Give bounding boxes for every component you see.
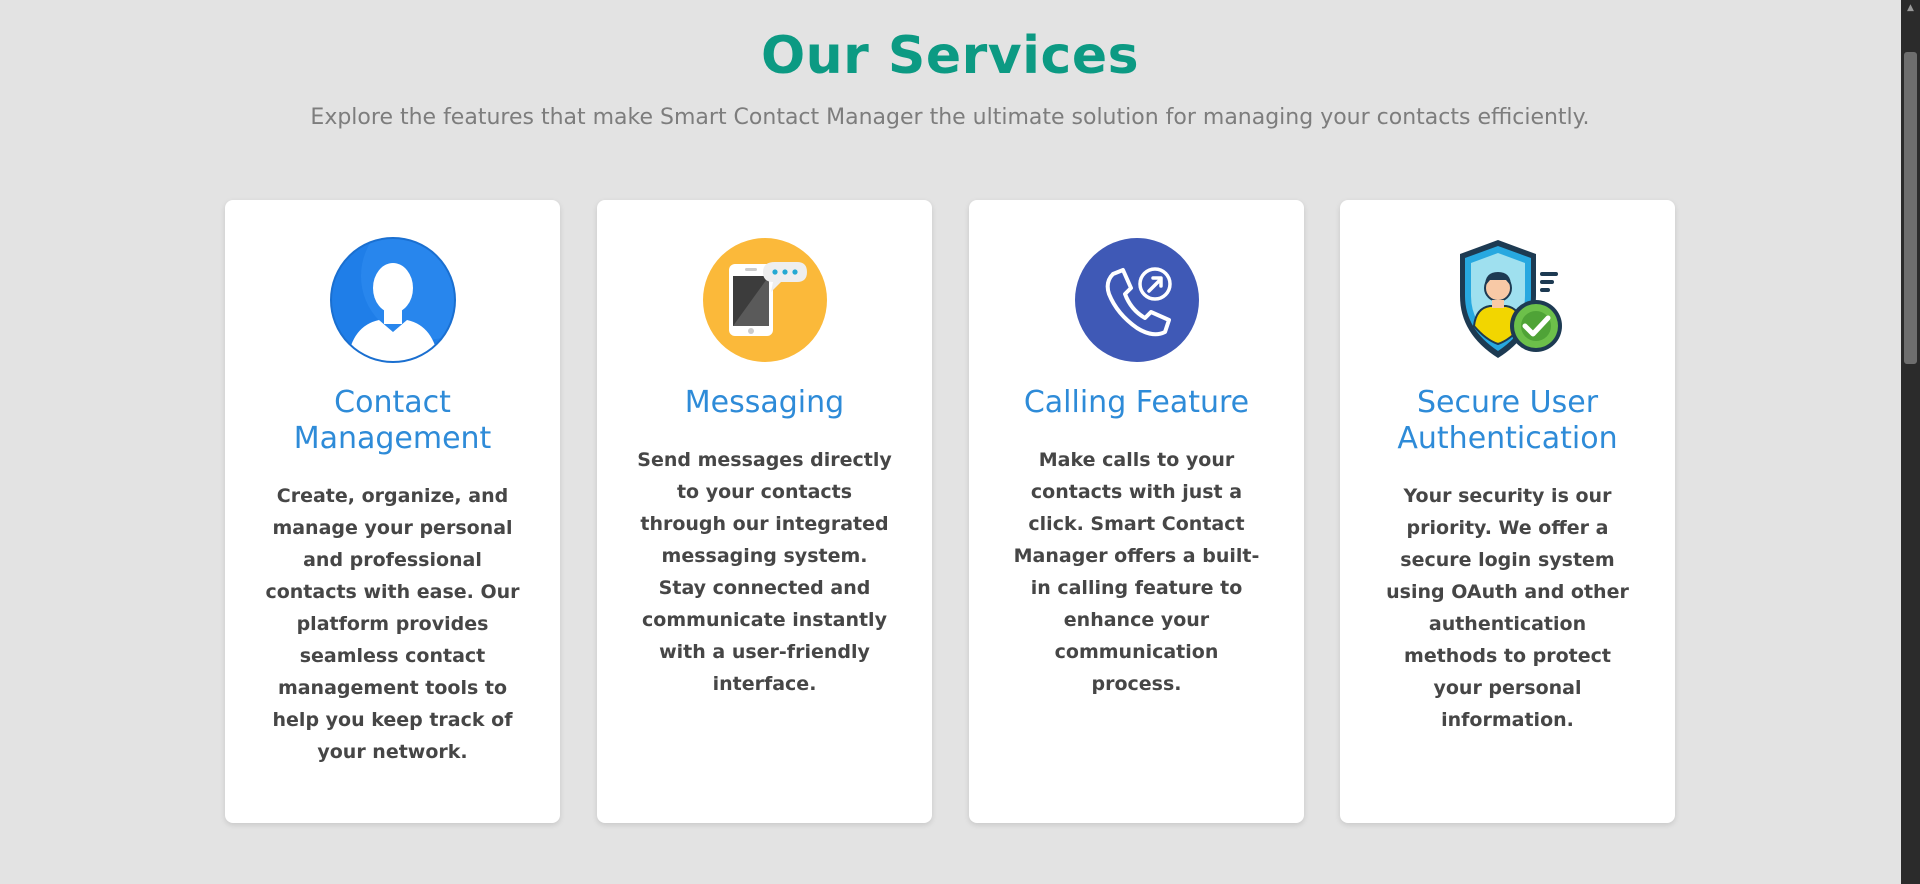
service-card-calling-feature: Calling Feature Make calls to your conta… (969, 200, 1304, 823)
services-section: Our Services Explore the features that m… (0, 0, 1901, 884)
card-title: Contact Management (293, 385, 492, 456)
section-subtitle: Explore the features that make Smart Con… (310, 105, 1590, 130)
vertical-scrollbar[interactable]: ▲ (1901, 0, 1920, 884)
card-description: Your security is our priority. We offer … (1386, 485, 1629, 731)
phone-call-icon (1074, 238, 1199, 362)
card-description: Send messages directly to your contacts … (637, 449, 892, 695)
card-title: Messaging (684, 385, 845, 420)
scroll-up-arrow-icon[interactable]: ▲ (1901, 0, 1920, 16)
section-title: Our Services (760, 26, 1140, 86)
service-card-secure-authentication: Secure User Authentication Your security… (1340, 200, 1675, 823)
secure-user-shield-icon (1459, 240, 1562, 358)
smartphone-message-icon (702, 238, 827, 362)
user-avatar-icon (329, 237, 456, 363)
card-title: Secure User Authentication (1397, 385, 1618, 456)
scrollbar-thumb[interactable] (1904, 52, 1917, 364)
service-card-contact-management: Contact Management Create, organize, and… (225, 200, 560, 823)
card-title: Calling Feature (1023, 385, 1250, 420)
service-card-messaging: Messaging Send messages directly to your… (597, 200, 932, 823)
card-description: Make calls to your contacts with just a … (1013, 449, 1260, 695)
card-description: Create, organize, and manage your person… (265, 485, 520, 763)
